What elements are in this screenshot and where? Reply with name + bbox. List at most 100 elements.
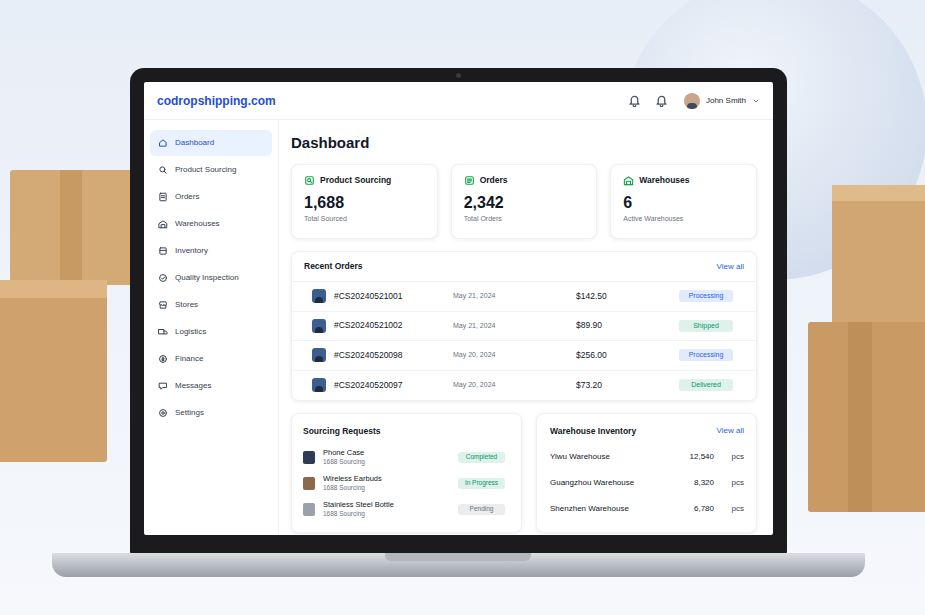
stat-card[interactable]: Warehouses6Active Warehouses [610, 164, 757, 239]
status-badge: Processing [679, 349, 733, 361]
sidebar-item[interactable]: Quality Inspection [150, 265, 272, 291]
stat-card[interactable]: Product Sourcing1,688Total Sourced [291, 164, 438, 239]
stat-title: Warehouses [639, 175, 689, 186]
avatar-figure [315, 356, 323, 362]
sidebar-item-label: Stores [175, 300, 198, 310]
sidebar-item[interactable]: Settings [150, 400, 272, 426]
sidebar-item-label: Inventory [175, 246, 208, 256]
chevron-down-icon-svg [752, 97, 760, 105]
sidebar-item-label: Warehouses [175, 219, 220, 229]
stat-card-header: Product Sourcing [304, 175, 425, 186]
product-thumbnail [303, 477, 315, 490]
warehouse-row[interactable]: Shenzhen Warehouse6,780pcs [550, 496, 744, 522]
app-body: Dashboard Product Sourcing Orders Warehouse… [144, 120, 773, 535]
scene: codropshipping.comJohn SmithDashboardPro… [0, 0, 925, 615]
brand-logo[interactable]: codropshipping.com [157, 94, 276, 108]
warehouse-unit: pcs [714, 451, 744, 463]
order-id: #CS20240520098 [334, 349, 453, 362]
order-row[interactable]: #CS20240521001May 21, 2024$142.50Process… [292, 282, 756, 312]
box-tape [60, 170, 82, 285]
sidebar-item-label: Messages [175, 381, 211, 391]
avatar-figure [315, 386, 323, 392]
product-name: Wireless Earbuds [323, 474, 458, 483]
sidebar-item[interactable]: Finance [150, 346, 272, 372]
order-avatar [312, 319, 326, 333]
sidebar-item-icon-svg [158, 165, 168, 175]
card-title: Sourcing Requests [303, 424, 505, 438]
bell-icon [628, 94, 641, 107]
stat-card-header: Orders [464, 175, 585, 186]
sourcing-item[interactable]: Phone Case1688 SourcingCompleted [303, 444, 505, 470]
sidebar-item-label: Orders [175, 192, 199, 202]
sidebar-item[interactable]: Messages [150, 373, 272, 399]
sidebar-item-label: Finance [175, 354, 203, 364]
order-date: May 21, 2024 [453, 321, 576, 332]
status-badge: Pending [458, 504, 505, 515]
sidebar-item-label: Quality Inspection [175, 273, 239, 283]
warehouse-row[interactable]: Yiwu Warehouse12,540pcs [550, 444, 744, 470]
order-row[interactable]: #CS20240521002May 21, 2024$89.90Shipped [292, 312, 756, 342]
sidebar-item-icon [158, 327, 168, 337]
cardboard-box [808, 322, 925, 512]
order-date: May 20, 2024 [453, 350, 576, 361]
sidebar-item[interactable]: Product Sourcing [150, 157, 272, 183]
sidebar-item-icon [158, 219, 168, 229]
stat-card[interactable]: Orders2,342Total Orders [451, 164, 598, 239]
warehouse-name: Guangzhou Warehouse [550, 477, 670, 489]
order-row[interactable]: #CS20240520097May 20, 2024$73.20Delivere… [292, 371, 756, 401]
warehouse-row[interactable]: Guangzhou Warehouse8,320pcs [550, 470, 744, 496]
warehouse-quantity: 8,320 [670, 477, 714, 489]
bell-icon [655, 94, 668, 107]
sourcing-item[interactable]: Stainless Steel Bottle1688 SourcingPendi… [303, 496, 505, 522]
sidebar-item[interactable]: Warehouses [150, 211, 272, 237]
sourcing-item[interactable]: Wireless Earbuds1688 SourcingIn Progress [303, 470, 505, 496]
user-avatar[interactable] [684, 93, 700, 109]
order-amount: $142.50 [576, 290, 679, 303]
bell-icon-svg [655, 94, 668, 107]
sidebar-item-icon-svg [158, 381, 168, 391]
sidebar-item-icon [158, 192, 168, 202]
card-header: Warehouse Inventory View all [550, 424, 744, 438]
order-id: #CS20240521002 [334, 319, 453, 332]
view-all-link[interactable]: View all [717, 425, 744, 437]
sidebar-item[interactable]: Logistics [150, 319, 272, 345]
user-name[interactable]: John Smith [706, 96, 746, 106]
chevron-down-icon [752, 97, 760, 105]
product-name: Stainless Steel Bottle [323, 500, 458, 509]
order-id: #CS20240521001 [334, 290, 453, 303]
card-title: Recent Orders [304, 260, 363, 273]
sidebar-item-label: Settings [175, 408, 204, 418]
status-badge: Shipped [679, 320, 733, 332]
sidebar-item-icon [158, 246, 168, 256]
order-avatar [312, 348, 326, 362]
view-all-link[interactable]: View all [717, 261, 744, 273]
sidebar-item[interactable]: Stores [150, 292, 272, 318]
sourcing-item-text: Wireless Earbuds1688 Sourcing [323, 474, 458, 492]
product-source: 1688 Sourcing [323, 483, 458, 492]
main-content: DashboardProduct Sourcing1,688Total Sour… [279, 120, 773, 535]
warehouse-quantity: 12,540 [670, 451, 714, 463]
box-tape [848, 322, 872, 512]
sidebar-item-label: Dashboard [175, 138, 214, 148]
warehouse-inventory-card: Warehouse Inventory View all Yiwu Warehous… [536, 413, 757, 533]
stat-icon [304, 175, 315, 186]
card-title: Warehouse Inventory [550, 425, 636, 438]
sidebar-item[interactable]: Dashboard [150, 130, 272, 156]
order-row[interactable]: #CS20240520098May 20, 2024$256.00Process… [292, 341, 756, 371]
status-badge: In Progress [458, 478, 505, 489]
bottom-row: Sourcing Requests Phone Case1688 Sourcing… [291, 413, 757, 533]
sidebar-item[interactable]: Orders [150, 184, 272, 210]
stat-card-header: Warehouses [623, 175, 744, 186]
sidebar-item[interactable]: Inventory [150, 238, 272, 264]
sidebar-item-icon-svg [158, 354, 168, 364]
sidebar-item-icon-svg [158, 327, 168, 337]
order-avatar [312, 289, 326, 303]
camera-dot [456, 73, 461, 78]
stats-row: Product Sourcing1,688Total SourcedOrders… [291, 164, 757, 239]
stat-title: Product Sourcing [320, 175, 391, 186]
stat-icon-svg [464, 175, 475, 186]
card-header: Recent Orders View all [292, 252, 756, 282]
order-date: May 21, 2024 [453, 291, 576, 302]
sourcing-requests-card: Sourcing Requests Phone Case1688 Sourcing… [291, 413, 522, 533]
warehouse-name: Yiwu Warehouse [550, 451, 670, 463]
